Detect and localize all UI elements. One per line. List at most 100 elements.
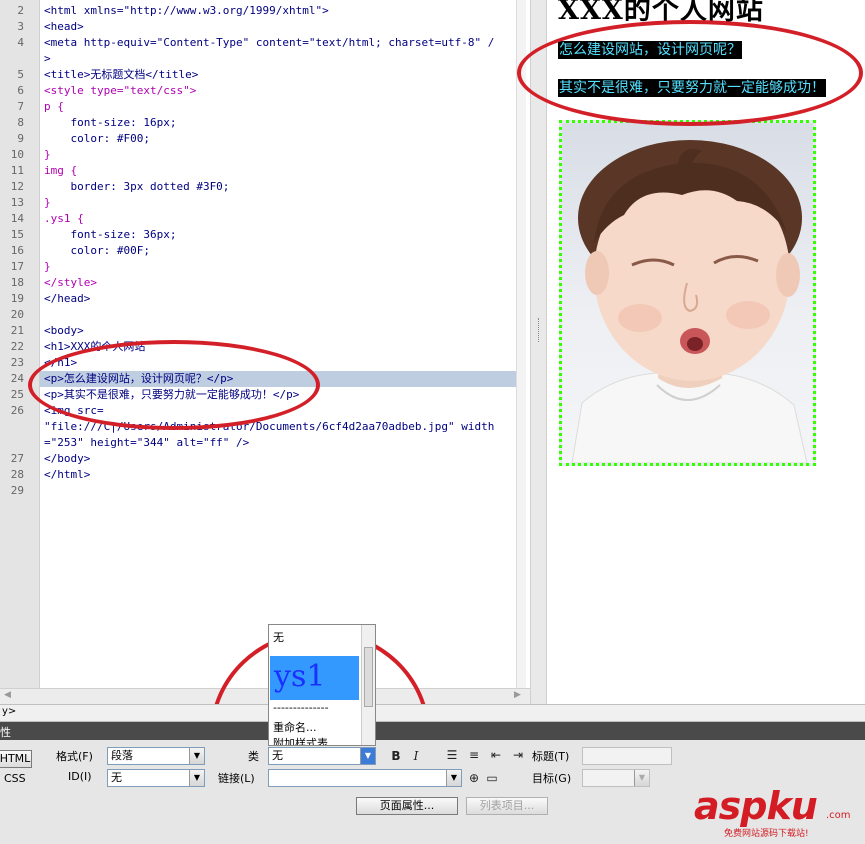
chevron-down-icon[interactable]: ▼ — [189, 770, 204, 786]
indent-icon[interactable]: ⇥ — [510, 747, 526, 763]
code-view[interactable]: 2 3 4 5 6 7 8 9 10 11 12 13 14 15 16 17 18 19 20 21 22 23 24 25… — [0, 0, 527, 688]
line-number: 3 — [17, 20, 24, 33]
code-line[interactable]: color: #00F; — [44, 243, 149, 259]
tag-selector-body[interactable]: y> — [2, 706, 16, 717]
class-select[interactable]: 无 ▼ — [268, 747, 376, 765]
code-line[interactable]: <meta http-equiv="Content-Type" content=… — [44, 35, 494, 51]
class-option-none[interactable]: 无 — [273, 629, 284, 645]
folder-icon[interactable]: ▭ — [484, 770, 500, 786]
css-mode-button[interactable]: CSS — [4, 772, 26, 785]
code-line[interactable]: </html> — [44, 467, 90, 483]
code-line[interactable]: font-size: 16px; — [44, 115, 176, 131]
outdent-icon[interactable]: ⇤ — [488, 747, 504, 763]
line-number: 29 — [10, 484, 24, 497]
aspku-watermark-logo: aspku .com 免费网站源码下载站! — [694, 784, 851, 839]
line-number: 17 — [10, 260, 24, 273]
code-line[interactable]: </style> — [44, 275, 97, 291]
id-select[interactable]: 无 ▼ — [107, 769, 205, 787]
line-number: 22 — [10, 340, 24, 353]
id-value: 无 — [111, 771, 122, 784]
line-number: 25 — [10, 388, 24, 401]
line-number: 13 — [10, 196, 24, 209]
chevron-down-icon[interactable]: ▼ — [634, 770, 649, 786]
chevron-down-icon[interactable]: ▼ — [360, 748, 375, 764]
scroll-left-icon[interactable]: ◀ — [4, 690, 11, 700]
properties-title: 性 — [0, 726, 11, 739]
class-dropdown-list[interactable]: 无 ys1 -------------- 重命名... 附加样式表... — [268, 624, 376, 746]
line-number: 7 — [17, 100, 24, 113]
italic-button[interactable]: I — [408, 748, 424, 764]
ordered-list-icon[interactable]: ≡ — [466, 747, 482, 763]
class-option-rename[interactable]: 重命名... — [273, 719, 317, 735]
line-number: 19 — [10, 292, 24, 305]
code-vertical-scrollbar[interactable] — [516, 0, 526, 688]
code-line[interactable]: .ys1 { — [44, 211, 84, 227]
class-option-ys1-label: ys1 — [274, 659, 326, 694]
format-select[interactable]: 段落 ▼ — [107, 747, 205, 765]
html-mode-button[interactable]: HTML — [0, 750, 32, 768]
bold-button[interactable]: B — [388, 748, 404, 764]
target-label: 目标(G) — [532, 772, 572, 785]
class-value: 无 — [272, 749, 283, 762]
class-list-scrollbar[interactable] — [361, 625, 375, 745]
code-line[interactable]: <style type="text/css"> — [44, 83, 196, 99]
line-number: 26 — [10, 404, 24, 417]
line-number: 12 — [10, 180, 24, 193]
code-line[interactable]: </body> — [44, 451, 90, 467]
scroll-right-icon[interactable]: ▶ — [514, 690, 521, 700]
line-number: 11 — [10, 164, 24, 177]
code-line[interactable]: </head> — [44, 291, 90, 307]
code-line[interactable]: p { — [44, 99, 64, 115]
chevron-down-icon[interactable]: ▼ — [446, 770, 461, 786]
code-line[interactable]: } — [44, 195, 51, 211]
splitter-grip-icon[interactable] — [538, 318, 540, 342]
link-input[interactable]: ▼ — [268, 769, 462, 787]
code-line[interactable]: img { — [44, 163, 77, 179]
point-to-file-icon[interactable]: ⊕ — [466, 770, 482, 786]
line-number: 15 — [10, 228, 24, 241]
code-line[interactable]: } — [44, 147, 51, 163]
page-properties-button[interactable]: 页面属性... — [356, 797, 458, 815]
code-line[interactable]: ="253" height="344" alt="ff" /> — [44, 435, 249, 451]
code-line[interactable]: > — [44, 51, 51, 67]
properties-panel-header[interactable]: 性 — [0, 722, 865, 740]
class-label: 类 — [248, 750, 259, 763]
line-number-gutter: 2 3 4 5 6 7 8 9 10 11 12 13 14 15 16 17 18 19 20 21 22 23 24 25… — [0, 0, 40, 688]
title-label: 标题(T) — [532, 750, 570, 763]
format-value: 段落 — [111, 749, 133, 762]
line-number: 16 — [10, 244, 24, 257]
class-option-attach-stylesheet[interactable]: 附加样式表... — [273, 735, 339, 745]
annotation-ring-code — [28, 340, 320, 430]
line-number: 23 — [10, 356, 24, 369]
code-line[interactable]: <body> — [44, 323, 84, 339]
view-splitter[interactable] — [530, 0, 547, 704]
line-number: 4 — [17, 36, 24, 49]
code-line[interactable]: } — [44, 259, 51, 275]
list-item-button[interactable]: 列表项目... — [466, 797, 548, 815]
line-number: 2 — [17, 4, 24, 17]
class-option-separator: -------------- — [273, 701, 329, 714]
code-line[interactable]: <head> — [44, 19, 84, 35]
code-line[interactable]: color: #F00; — [44, 131, 149, 147]
class-option-ys1[interactable]: ys1 — [270, 656, 359, 700]
code-line[interactable]: <html xmlns="http://www.w3.org/1999/xhtm… — [44, 3, 329, 19]
chevron-down-icon[interactable]: ▼ — [189, 748, 204, 764]
link-label: 链接(L) — [218, 772, 255, 785]
line-number: 21 — [10, 324, 24, 337]
line-number: 27 — [10, 452, 24, 465]
child-photo-icon — [571, 140, 808, 463]
line-number: 18 — [10, 276, 24, 289]
target-select[interactable]: ▼ — [582, 769, 650, 787]
tag-selector-bar[interactable]: y> — [0, 704, 865, 722]
line-number: 5 — [17, 68, 24, 81]
title-input[interactable] — [582, 747, 672, 765]
unordered-list-icon[interactable]: ☰ — [444, 747, 460, 763]
line-number: 10 — [10, 148, 24, 161]
child-photo-image[interactable] — [559, 120, 816, 466]
code-line[interactable]: font-size: 36px; — [44, 227, 176, 243]
code-line[interactable]: <title>无标题文档</title> — [44, 67, 198, 83]
annotation-ring-design — [517, 20, 863, 126]
line-number: 28 — [10, 468, 24, 481]
line-number: 24 — [10, 372, 24, 385]
code-line[interactable]: border: 3px dotted #3F0; — [44, 179, 229, 195]
